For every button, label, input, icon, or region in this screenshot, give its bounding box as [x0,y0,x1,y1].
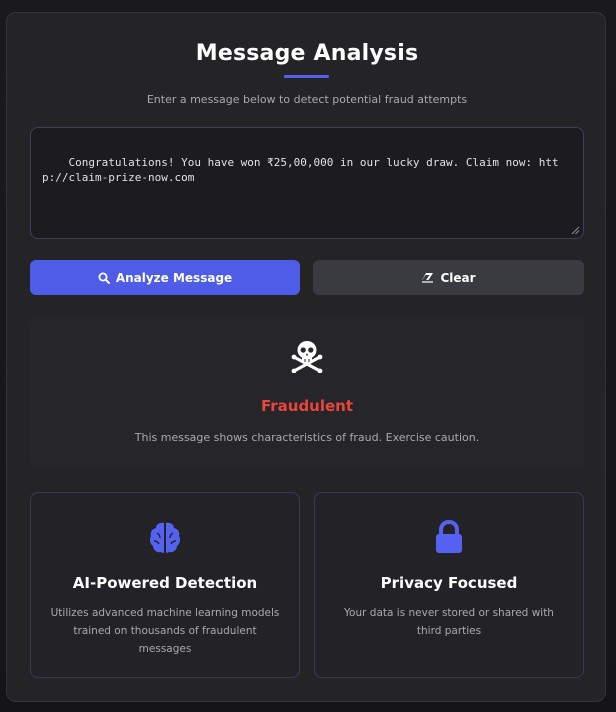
message-textarea[interactable]: Congratulations! You have won ₹25,00,000… [30,127,584,239]
analyze-message-button[interactable]: Analyze Message [30,260,300,295]
page-title: Message Analysis [195,41,419,66]
message-text: Congratulations! You have won ₹25,00,000… [42,156,559,184]
verdict-label: Fraudulent [260,397,354,415]
brain-icon [149,522,181,553]
analysis-result-panel: Fraudulent This message shows characteri… [30,317,584,467]
feature-description: Utilizes advanced machine learning model… [50,607,280,655]
verdict-description: This message shows characteristics of fr… [134,431,480,444]
search-icon [98,272,110,284]
clear-button-label: Clear [440,270,476,285]
resize-handle-icon[interactable] [571,226,580,235]
feature-card-privacy: Privacy Focused Your data is never store… [314,492,584,678]
page-subtitle: Enter a message below to detect potentia… [146,93,468,106]
feature-title: AI-Powered Detection [72,574,258,592]
feature-card-ai-detection: AI-Powered Detection Utilizes advanced m… [30,492,300,678]
skull-crossbones-icon [291,341,323,373]
lock-icon [436,519,462,553]
eraser-icon [422,273,434,283]
clear-button[interactable]: Clear [313,260,584,295]
analyze-button-label: Analyze Message [115,270,233,285]
title-underline [284,75,329,78]
feature-description: Your data is never stored or shared with… [344,607,554,637]
analysis-card: Message Analysis Enter a message below t… [6,12,606,702]
feature-title: Privacy Focused [380,574,518,592]
